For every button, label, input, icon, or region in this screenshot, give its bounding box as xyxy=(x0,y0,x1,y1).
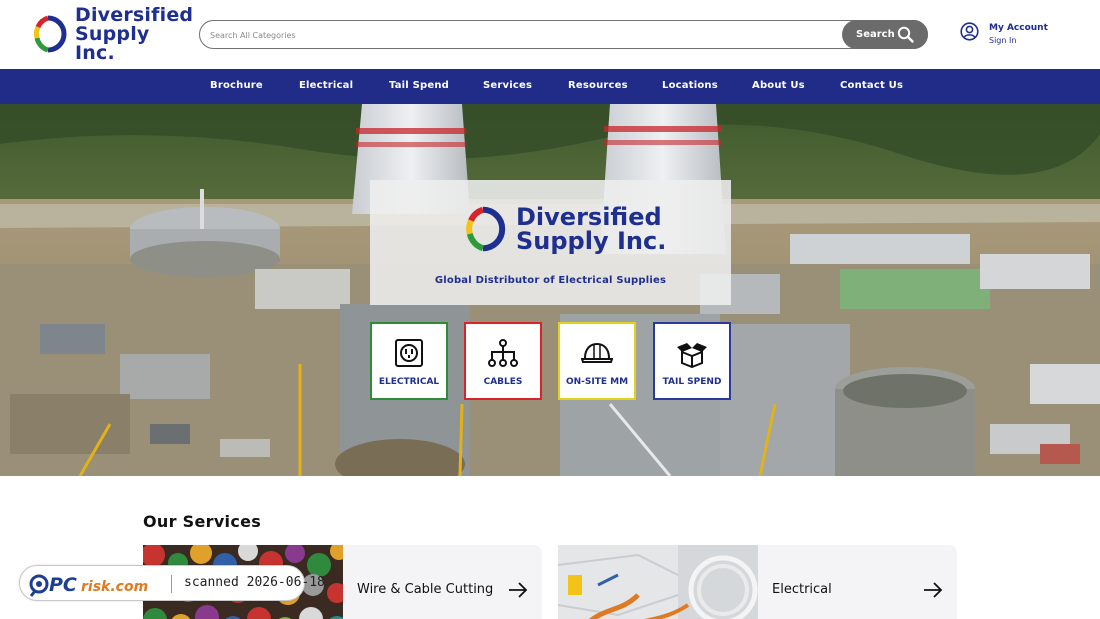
outlet-icon xyxy=(394,338,424,368)
svg-text:risk.com: risk.com xyxy=(81,579,148,595)
tile-label: TAIL SPEND xyxy=(662,377,722,387)
nav-item-electrical[interactable]: Electrical xyxy=(299,80,353,91)
site-header: Diversified Supply Inc. Search My Accoun… xyxy=(0,0,1100,69)
logo-text: Diversified Supply Inc. xyxy=(75,3,194,64)
hero-brand-card: Diversified Supply Inc. Global Distribut… xyxy=(370,180,731,305)
tile-cables[interactable]: CABLES xyxy=(464,322,542,400)
watermark-text: scanned 2026-06-18 xyxy=(184,575,325,590)
hero-banner: Diversified Supply Inc. Global Distribut… xyxy=(0,104,1100,476)
search-button[interactable]: Search xyxy=(842,20,928,49)
tile-electrical[interactable]: ELECTRICAL xyxy=(370,322,448,400)
nav-item-about-us[interactable]: About Us xyxy=(752,80,805,91)
nav-item-contact-us[interactable]: Contact Us xyxy=(840,80,903,91)
open-box-icon xyxy=(676,338,708,368)
hero-logo-line-1: Diversified xyxy=(516,203,662,231)
logo-line-1: Diversified xyxy=(75,3,194,26)
service-card-label: Electrical xyxy=(772,582,832,597)
logo-line-2: Supply Inc. xyxy=(75,22,150,64)
tile-tail-spend[interactable]: TAIL SPEND xyxy=(653,322,731,400)
tile-label: ELECTRICAL xyxy=(378,377,440,387)
main-nav: Brochure Electrical Tail Spend Services … xyxy=(0,69,1100,104)
arrow-right-icon xyxy=(509,582,528,598)
watermark-separator xyxy=(171,575,172,593)
search-bar: Search xyxy=(199,20,928,49)
nav-item-services[interactable]: Services xyxy=(483,80,532,91)
tile-on-site-mm[interactable]: ON-SITE MM xyxy=(558,322,636,400)
tile-label: CABLES xyxy=(483,377,523,387)
cable-network-icon xyxy=(488,338,518,368)
hero-tagline: Global Distributor of Electrical Supplie… xyxy=(434,275,667,286)
sign-in-link[interactable]: Sign In xyxy=(989,36,1016,45)
hero-logo-line-2: Supply Inc. xyxy=(516,227,667,255)
hard-hat-icon xyxy=(581,338,613,368)
tile-label: ON-SITE MM xyxy=(565,377,629,387)
logo-mark-icon xyxy=(466,206,506,252)
nav-item-resources[interactable]: Resources xyxy=(568,80,628,91)
electrical-image xyxy=(558,545,758,619)
hero-logo-text: Diversified Supply Inc. xyxy=(516,205,666,253)
account-menu[interactable]: My Account Sign In xyxy=(960,20,1060,50)
nav-item-brochure[interactable]: Brochure xyxy=(210,80,263,91)
arrow-right-icon xyxy=(924,582,943,598)
account-title: My Account xyxy=(989,23,1048,33)
logo-mark-icon xyxy=(34,15,67,53)
hero-logo: Diversified Supply Inc. xyxy=(466,205,666,253)
service-card-electrical[interactable]: Electrical xyxy=(558,545,957,619)
services-heading: Our Services xyxy=(143,512,262,531)
nav-item-locations[interactable]: Locations xyxy=(662,80,718,91)
page: Diversified Supply Inc. Search My Accoun… xyxy=(0,0,1100,619)
svg-text:PC: PC xyxy=(49,574,77,596)
search-icon xyxy=(897,26,914,43)
search-button-label: Search xyxy=(856,29,895,40)
scan-watermark: PC risk.com scanned 2026-06-18 xyxy=(19,565,325,601)
user-icon xyxy=(960,22,979,41)
pcrisk-logo: PC risk.com xyxy=(29,574,148,597)
search-input[interactable] xyxy=(210,26,830,44)
service-card-label: Wire & Cable Cutting xyxy=(357,582,494,597)
nav-item-tail-spend[interactable]: Tail Spend xyxy=(389,80,449,91)
site-logo[interactable]: Diversified Supply Inc. xyxy=(34,5,193,62)
